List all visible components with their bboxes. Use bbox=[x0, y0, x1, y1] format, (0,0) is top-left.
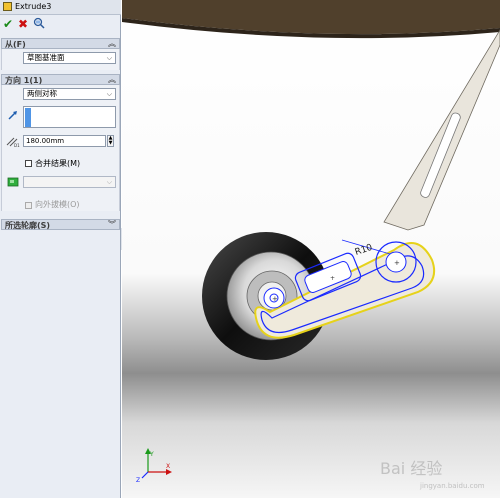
merge-body-icon[interactable] bbox=[7, 176, 19, 188]
from-combo[interactable]: 草图基准面 ⌵ bbox=[23, 52, 116, 64]
watermark-logo: Bai 经验 bbox=[380, 459, 443, 478]
merge-result-checkbox[interactable] bbox=[25, 160, 32, 167]
svg-text:+: + bbox=[272, 295, 278, 303]
draft-outward-checkbox[interactable] bbox=[25, 202, 32, 209]
contours-group-title: 所选轮廓(S) bbox=[5, 221, 51, 230]
collapse-icon[interactable]: ︽ bbox=[108, 74, 116, 85]
cancel-icon[interactable]: ✖ bbox=[18, 17, 28, 31]
svg-text:Z: Z bbox=[136, 477, 140, 484]
svg-text:Y: Y bbox=[149, 451, 154, 458]
from-combo-value: 草图基准面 bbox=[27, 53, 65, 62]
depth-spinner[interactable]: ▲ ▼ bbox=[107, 135, 114, 147]
graphics-viewport[interactable]: R10 + + + Y X Z bbox=[122, 0, 500, 498]
end-condition-combo[interactable]: 两侧对称 ⌵ bbox=[23, 88, 116, 100]
collapse-icon[interactable]: ︾ bbox=[108, 219, 116, 230]
chevron-down-icon[interactable]: ⌵ bbox=[107, 53, 112, 63]
svg-text:+: + bbox=[394, 259, 400, 267]
svg-text:X: X bbox=[166, 463, 170, 470]
selection-highlight bbox=[25, 108, 31, 127]
chevron-down-icon[interactable]: ⌵ bbox=[107, 89, 112, 99]
contours-group-header[interactable]: 所选轮廓(S) ︾ bbox=[1, 219, 120, 230]
svg-text:+: + bbox=[330, 275, 335, 282]
draft-outward-label: 向外拔模(O) bbox=[35, 200, 80, 209]
watermark-url: jingyan.baidu.com bbox=[420, 482, 485, 490]
direction1-group-header[interactable]: 方向 1(1) ︽ bbox=[1, 74, 120, 85]
collapse-icon[interactable]: ︽ bbox=[108, 38, 116, 49]
depth-icon: D1 bbox=[6, 137, 20, 147]
from-group-header[interactable]: 从(F) ︽ bbox=[1, 38, 120, 49]
depth-input[interactable]: 180.00mm bbox=[23, 135, 106, 147]
depth-value: 180.00mm bbox=[26, 137, 65, 145]
property-manager: Extrude3 ✔ ✖ 从(F) ︽ 草图基准面 ⌵ 方向 1(1) ︽ 两侧… bbox=[0, 0, 121, 498]
direction1-group-body: 两侧对称 ⌵ D1 180.00mm ▲ ▼ 合并结果(M) ⌵ 向外拔模(O) bbox=[1, 85, 120, 211]
feature-title: Extrude3 bbox=[15, 2, 52, 11]
ok-icon[interactable]: ✔ bbox=[3, 17, 13, 31]
chevron-down-icon[interactable]: ⌵ bbox=[107, 177, 112, 187]
detailed-preview-icon[interactable] bbox=[33, 17, 45, 29]
svg-text:D1: D1 bbox=[14, 143, 20, 147]
model-view[interactable]: R10 + + + Y X Z bbox=[122, 0, 500, 498]
property-manager-titlebar: Extrude3 bbox=[0, 0, 121, 15]
merge-result-label: 合并结果(M) bbox=[35, 159, 81, 168]
action-bar: ✔ ✖ bbox=[0, 14, 121, 34]
feature-scope-combo[interactable]: ⌵ bbox=[23, 176, 116, 188]
direction-reference-list[interactable] bbox=[23, 106, 116, 128]
feature-icon bbox=[3, 2, 12, 11]
end-condition-value: 两侧对称 bbox=[27, 89, 57, 98]
reverse-direction-icon[interactable] bbox=[7, 109, 19, 121]
from-group-body: 草图基准面 ⌵ bbox=[1, 49, 120, 70]
